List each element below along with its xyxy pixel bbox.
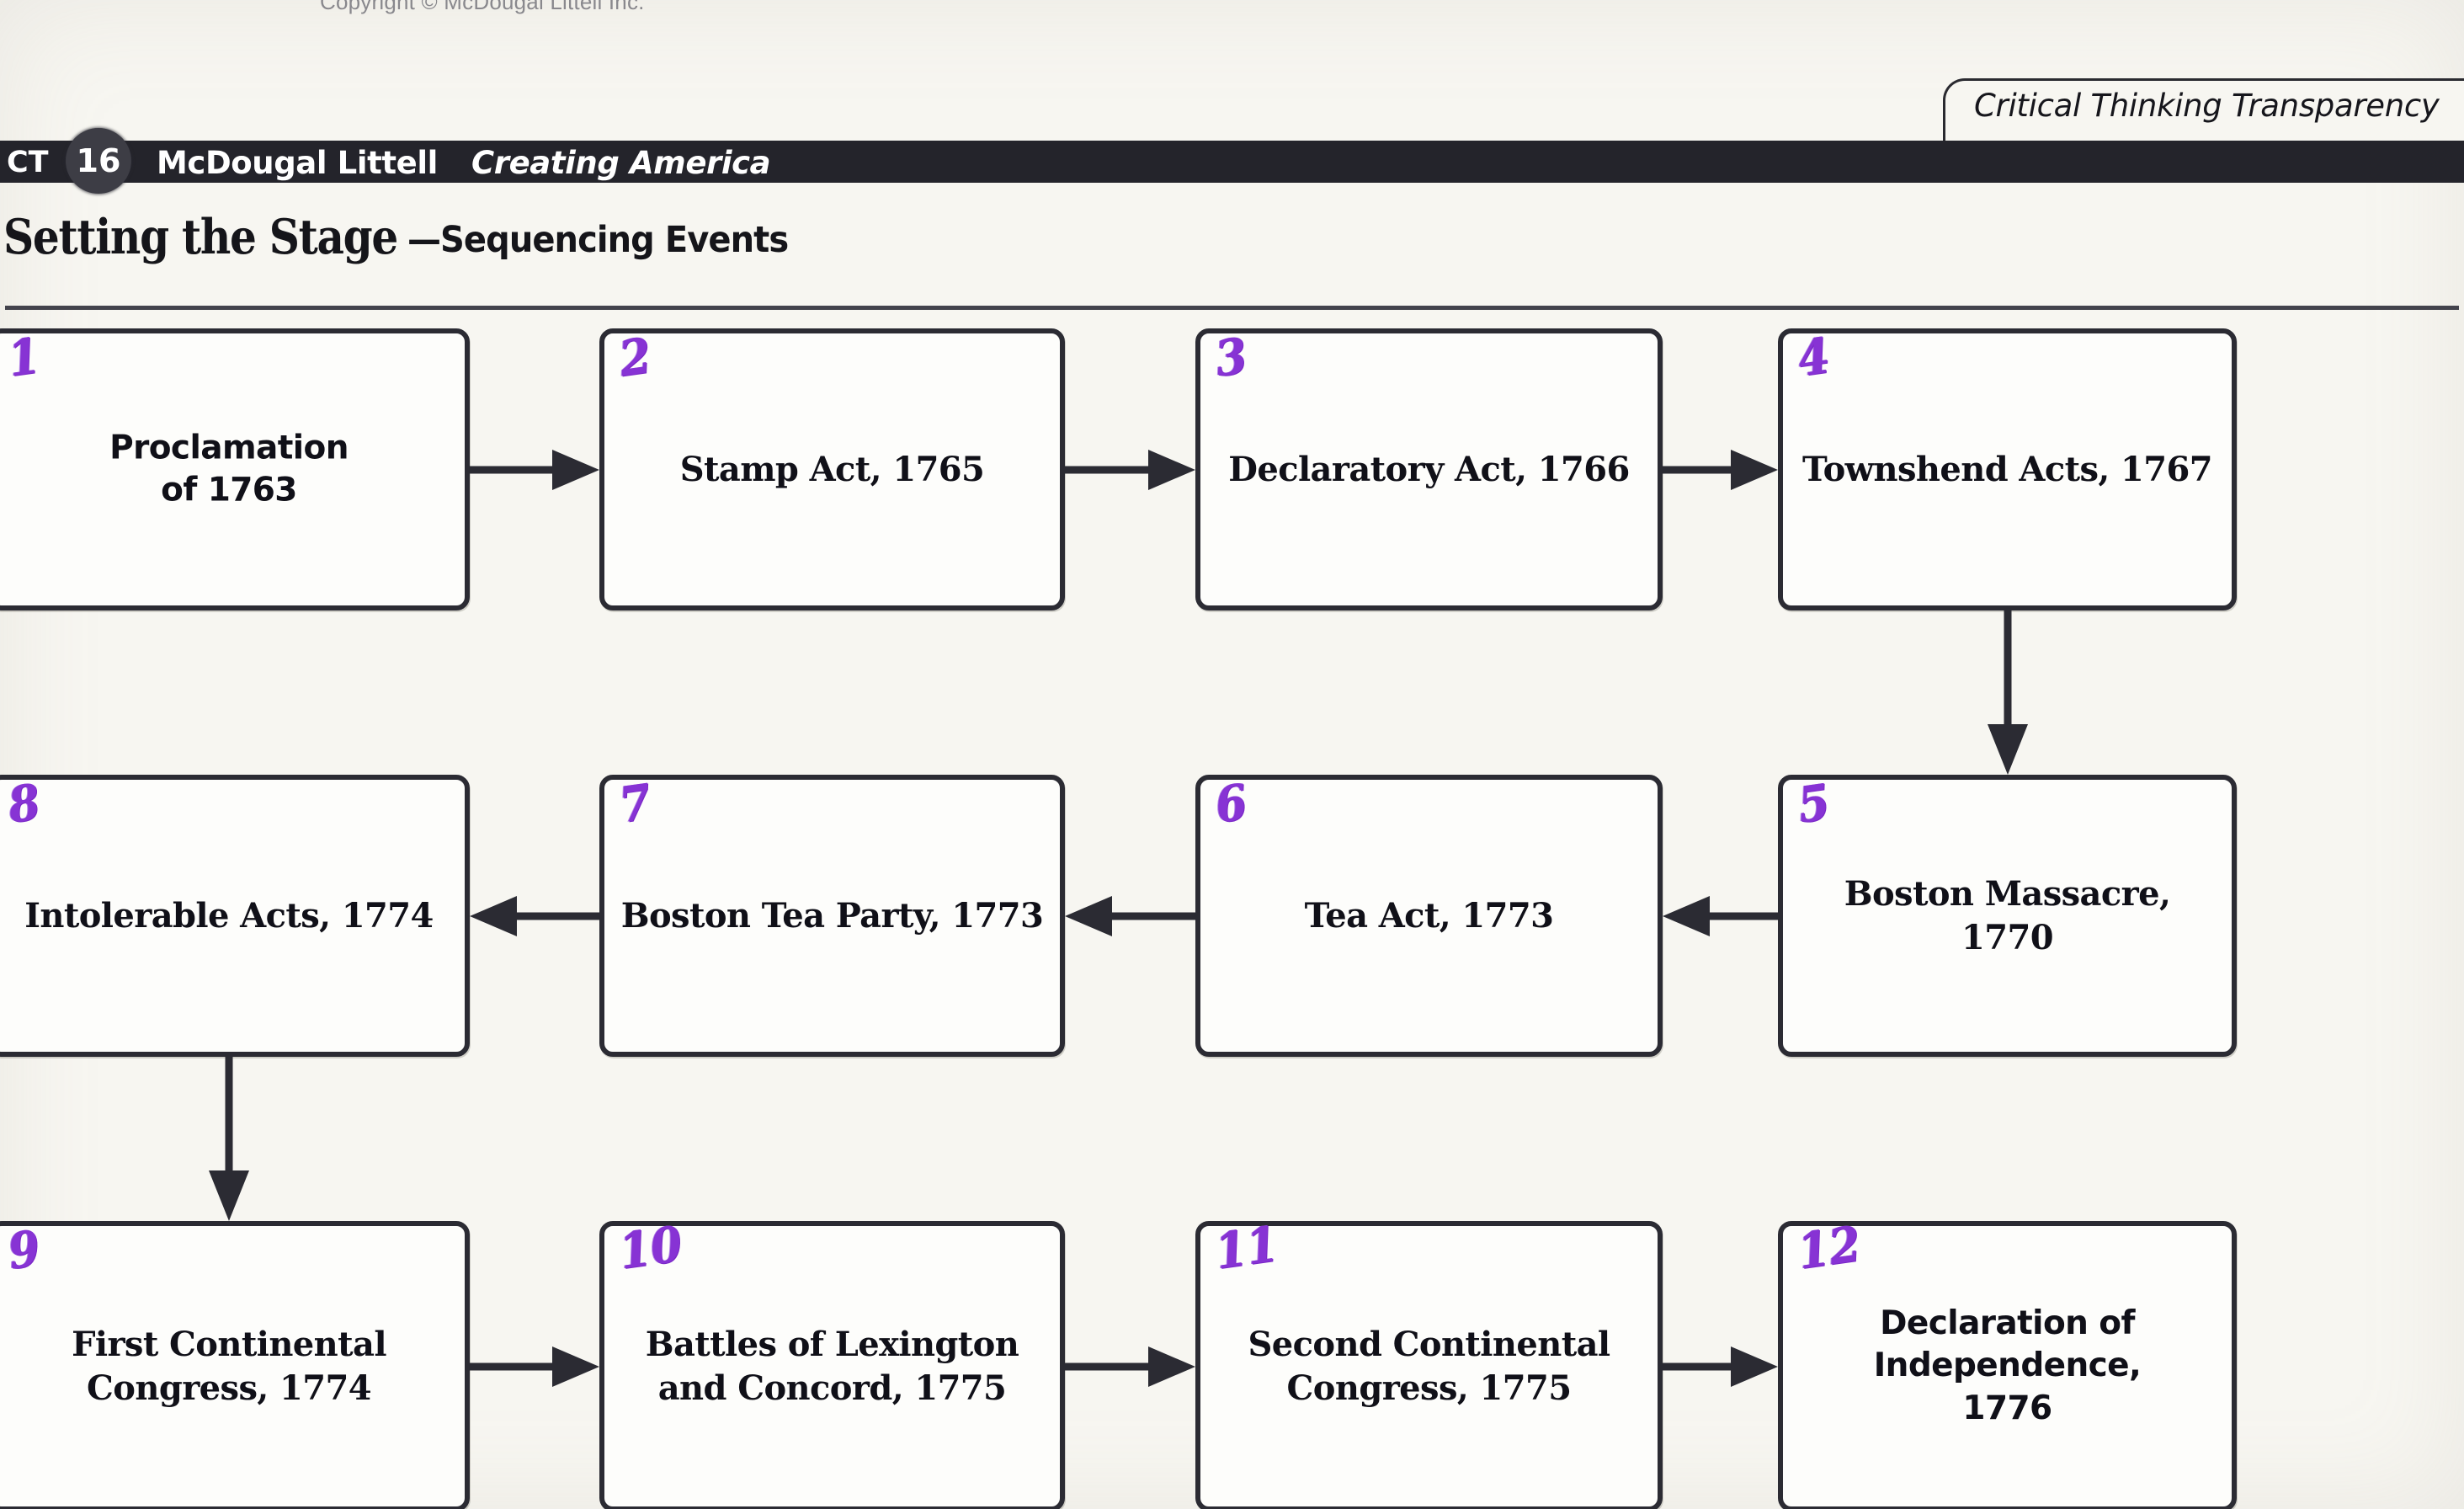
arrow-7-to-8	[470, 894, 599, 938]
event-box-7: 7 Boston Tea Party, 1773	[599, 772, 1065, 1057]
event-box-label-6: Tea Act, 1773	[1304, 895, 1554, 936]
handwritten-number-12: 12	[1794, 1214, 1865, 1281]
event-box-label-9: First Continental Congress, 1774	[72, 1324, 386, 1408]
arrow-6-to-7	[1065, 894, 1195, 938]
event-box-10: 10 Battles of Lexington and Concord, 1775	[599, 1214, 1065, 1509]
handwritten-number-1: 1	[4, 326, 44, 388]
arrow-1-to-2	[470, 448, 599, 492]
handwritten-number-6: 6	[1211, 772, 1251, 834]
event-box-label-10: Battles of Lexington and Concord, 1775	[645, 1324, 1019, 1408]
title-divider	[5, 306, 2459, 310]
event-box-11: 11 Second Continental Congress, 1775	[1195, 1214, 1663, 1509]
handwritten-number-2: 2	[615, 326, 655, 388]
page-title-sub: —Sequencing Events	[407, 219, 789, 261]
copyright-notice: Copyright © McDougal Littell Inc.	[320, 0, 645, 14]
event-box-8: 8 Intolerable Acts, 1774	[0, 772, 470, 1057]
handwritten-number-4: 4	[1794, 326, 1833, 388]
event-box-label-3: Declaratory Act, 1766	[1228, 449, 1630, 489]
event-box-label-8: Intolerable Acts, 1774	[24, 895, 434, 936]
handwritten-number-11: 11	[1211, 1214, 1282, 1281]
event-box-2: 2 Stamp Act, 1765	[599, 326, 1065, 611]
event-box-9: 9 First Continental Congress, 1774	[0, 1218, 470, 1509]
page-title-main: Setting the Stage	[3, 209, 398, 265]
arrow-2-to-3	[1065, 448, 1195, 492]
header-series: Creating America	[471, 145, 771, 181]
event-box-label-2: Stamp Act, 1765	[679, 449, 985, 489]
handwritten-number-8: 8	[4, 772, 44, 834]
event-box-5: 5 Boston Massacre, 1770	[1778, 772, 2237, 1057]
handwritten-number-3: 3	[1211, 326, 1251, 388]
event-box-3: 3 Declaratory Act, 1766	[1195, 326, 1663, 611]
event-box-12: 12 Declaration of Independence, 1776	[1778, 1214, 2237, 1509]
transparency-tab-label: Critical Thinking Transparency	[1974, 88, 2440, 124]
event-box-label-4: Townshend Acts, 1767	[1802, 449, 2213, 489]
event-box-label-7: Boston Tea Party, 1773	[620, 895, 1044, 936]
arrow-8-to-9	[207, 1057, 251, 1221]
arrow-5-to-6	[1663, 894, 1778, 938]
handwritten-number-7: 7	[615, 772, 655, 834]
handwritten-number-5: 5	[1794, 772, 1833, 834]
event-box-4: 4 Townshend Acts, 1767	[1778, 326, 2237, 611]
header-number: 16	[76, 142, 121, 179]
page-title: Setting the Stage —Sequencing Events	[3, 209, 817, 265]
arrow-3-to-4	[1663, 448, 1778, 492]
arrow-9-to-10	[470, 1345, 599, 1389]
event-box-6: 6 Tea Act, 1773	[1195, 772, 1663, 1057]
arrow-11-to-12	[1663, 1345, 1778, 1389]
header-publisher: McDougal Littell	[157, 145, 438, 181]
handwritten-number-9: 9	[4, 1218, 44, 1281]
event-box-label-1: Proclamation of 1763	[109, 428, 349, 509]
header-code: CT	[7, 146, 49, 179]
transparency-page: Copyright © McDougal Littell Inc. Critic…	[0, 0, 2464, 1509]
handwritten-number-10: 10	[615, 1214, 686, 1281]
event-box-1: 1 Proclamation of 1763	[0, 326, 470, 611]
arrow-4-to-5	[1986, 611, 2030, 775]
arrow-10-to-11	[1065, 1345, 1195, 1389]
event-box-label-12: Declaration of Independence, 1776	[1873, 1304, 2142, 1427]
event-box-label-5: Boston Massacre, 1770	[1844, 873, 2171, 957]
event-box-label-11: Second Continental Congress, 1775	[1248, 1324, 1610, 1408]
